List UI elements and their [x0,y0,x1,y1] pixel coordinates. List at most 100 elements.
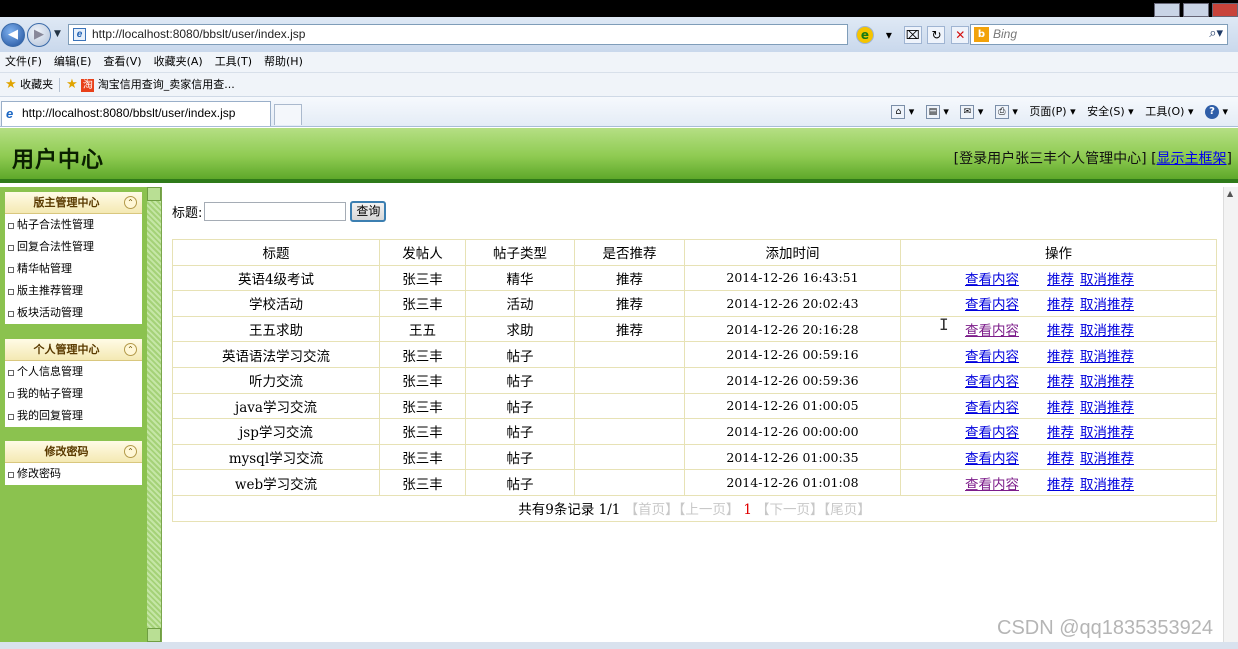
back-button[interactable]: ◀ [1,23,25,47]
column-header-actions: 操作 [900,239,1217,266]
sidebar-item-change-password[interactable]: 修改密码 [5,463,142,485]
splitter-bottom-cap[interactable] [147,628,161,642]
safety-menu[interactable]: 安全(S) ▾ [1087,105,1134,118]
history-dropdown-icon[interactable]: ▼ [54,29,61,39]
compat-view-icon[interactable]: ⌧ [903,26,922,44]
scroll-up-arrow-icon[interactable]: ▲ [1227,189,1233,198]
sidebar-item-reply-legality[interactable]: 回复合法性管理 [5,236,142,258]
cancel-recommend-link[interactable]: 取消推荐 [1080,400,1134,416]
collapse-icon[interactable]: ⌃ [124,343,137,356]
mail-icon[interactable]: ✉ [960,105,975,119]
home-icon[interactable]: ⌂ [891,105,906,119]
command-bar: ⌂ ▾ ▤ ▾ ✉ ▾ ⎙ ▾ 页面(P) ▾ 安全(S) ▾ 工具(O) ▾ … [883,104,1228,120]
cell-title: 王五求助 [172,315,380,343]
tab-current[interactable]: e http://localhost:8080/bbslt/user/index… [1,101,271,126]
forward-button[interactable]: ▶ [27,23,51,47]
recommend-link[interactable]: 推荐 [1047,374,1074,390]
recommend-link[interactable]: 推荐 [1047,349,1074,365]
view-content-link[interactable]: 查看内容 [965,297,1019,313]
maximize-button[interactable] [1183,3,1209,17]
frame-splitter[interactable] [147,187,162,642]
recommend-link[interactable]: 推荐 [1047,451,1074,467]
title-label: 标题: [172,206,203,221]
tools-menu[interactable]: 工具(O) ▾ [1145,105,1193,118]
vertical-scrollbar[interactable]: ▲ [1223,187,1238,649]
sidebar-section-header[interactable]: 个人管理中心 ⌃ [5,339,142,361]
recommend-link[interactable]: 推荐 [1047,400,1074,416]
menu-file[interactable]: 文件(F) [0,52,49,72]
sidebar-item-my-replies[interactable]: 我的回复管理 [5,405,142,427]
sidebar-item-post-legality[interactable]: 帖子合法性管理 [5,214,142,236]
cancel-recommend-link[interactable]: 取消推荐 [1080,425,1134,441]
favorites-button[interactable]: ★ 收藏夹 [0,77,53,92]
new-tab-button[interactable] [274,104,302,125]
next-page-link[interactable]: 【下一页】 [756,502,824,518]
sidebar-item-featured-posts[interactable]: 精华帖管理 [5,258,142,280]
title-search-input[interactable] [204,202,347,221]
cell-title: 英语语法学习交流 [172,341,380,368]
view-content-link[interactable]: 查看内容 [965,323,1019,339]
view-content-link[interactable]: 查看内容 [965,400,1019,416]
cancel-recommend-link[interactable]: 取消推荐 [1080,272,1134,288]
sidebar-item-board-activities[interactable]: 板块活动管理 [5,302,142,324]
cancel-recommend-link[interactable]: 取消推荐 [1080,477,1134,493]
column-header-author: 发帖人 [379,239,466,266]
minimize-button[interactable] [1154,3,1180,17]
add-favorite-icon[interactable]: ★ [66,77,78,92]
view-content-link[interactable]: 查看内容 [965,425,1019,441]
menu-tools[interactable]: 工具(T) [210,52,259,72]
cell-author: 张三丰 [379,418,466,445]
view-content-link[interactable]: 查看内容 [965,272,1019,288]
cell-recommended: 推荐 [574,290,685,317]
cancel-recommend-link[interactable]: 取消推荐 [1080,451,1134,467]
recommend-link[interactable]: 推荐 [1047,477,1074,493]
address-bar[interactable]: e http://localhost:8080/bbslt/user/index… [68,24,848,45]
show-main-frame-link[interactable]: 显示主框架 [1157,151,1227,167]
refresh-icon[interactable]: ↻ [927,26,946,44]
sidebar-section-header[interactable]: 修改密码 ⌃ [5,441,142,463]
collapse-icon[interactable]: ⌃ [124,196,137,209]
cell-title: 听力交流 [172,366,380,394]
page-menu[interactable]: 页面(P) ▾ [1029,105,1075,118]
recommend-link[interactable]: 推荐 [1047,272,1074,288]
address-dropdown-icon[interactable]: ▾ [880,27,898,45]
sidebar-item-my-posts[interactable]: 我的帖子管理 [5,383,142,405]
print-icon[interactable]: ⎙ [994,105,1009,119]
query-button[interactable]: 查询 [350,201,387,222]
window-close-button[interactable] [1212,3,1238,17]
cancel-recommend-link[interactable]: 取消推荐 [1080,349,1134,365]
sidebar-item-moderator-recommend[interactable]: 版主推荐管理 [5,280,142,302]
collapse-icon[interactable]: ⌃ [124,445,137,458]
recommend-link[interactable]: 推荐 [1047,297,1074,313]
feeds-icon[interactable]: ▤ [925,105,940,119]
favorite-link[interactable]: 淘 淘宝信用查询_卖家信用查... [81,78,235,92]
cancel-recommend-link[interactable]: 取消推荐 [1080,374,1134,390]
view-content-link[interactable]: 查看内容 [965,451,1019,467]
recommend-link[interactable]: 推荐 [1047,425,1074,441]
cell-actions: 查看内容 推荐 取消推荐 [900,443,1217,471]
menu-view[interactable]: 查看(V) [98,52,148,72]
search-box[interactable]: b Bing ⌕▾ [970,24,1228,45]
view-content-link[interactable]: 查看内容 [965,477,1019,493]
stop-icon[interactable]: ✕ [951,26,970,44]
last-page-link[interactable]: 【尾页】 [824,502,871,518]
menu-favorites[interactable]: 收藏夹(A) [149,52,210,72]
sidebar-section-header[interactable]: 版主管理中心 ⌃ [5,192,142,214]
status-bar [0,642,1238,649]
pagination: 共有9条记录 1/1 【首页】【上一页】 1 【下一页】【尾页】 [172,494,1217,522]
view-content-link[interactable]: 查看内容 [965,374,1019,390]
sidebar-section-title: 版主管理中心 [33,196,100,209]
sidebar-item-personal-info[interactable]: 个人信息管理 [5,361,142,383]
cancel-recommend-link[interactable]: 取消推荐 [1080,323,1134,339]
menu-help[interactable]: 帮助(H) [259,52,310,72]
view-content-link[interactable]: 查看内容 [965,349,1019,365]
cancel-recommend-link[interactable]: 取消推荐 [1080,297,1134,313]
menu-edit[interactable]: 编辑(E) [49,52,99,72]
search-icon[interactable]: ⌕▾ [1209,26,1223,41]
prev-page-link[interactable]: 【上一页】 [679,502,740,518]
help-icon[interactable]: ? [1204,105,1219,119]
splitter-top-cap[interactable] [147,187,161,201]
recommend-link[interactable]: 推荐 [1047,323,1074,339]
compatibility-icon[interactable]: e [856,26,874,44]
first-page-link[interactable]: 【首页】 [625,502,679,518]
